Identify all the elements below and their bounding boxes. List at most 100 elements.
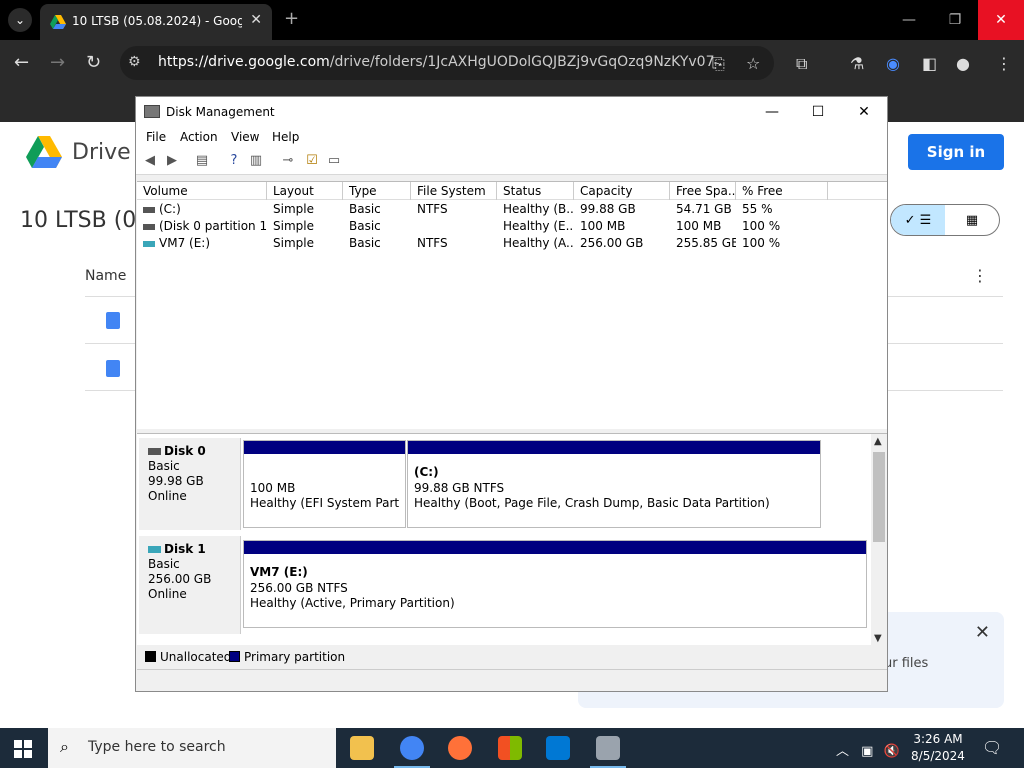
forward-icon[interactable]: ▶	[164, 153, 180, 169]
scroll-down-icon[interactable]: ▼	[874, 633, 882, 644]
dm-menu-bar: File Action View Help	[136, 127, 887, 147]
menu-action[interactable]: Action	[180, 130, 218, 144]
url-host: https://drive.google.com	[158, 54, 330, 70]
install-app-icon[interactable]: ⎘	[712, 54, 725, 74]
disk-1-label[interactable]: Disk 1 Basic 256.00 GB Online	[139, 536, 241, 634]
volume-muted-icon[interactable]: 🔇	[884, 744, 900, 759]
volume-cell: (C:)	[137, 201, 267, 218]
taskbar-clock[interactable]: 3:26 AM 8/5/2024	[910, 731, 966, 765]
col-free-space[interactable]: Free Spa...	[670, 182, 736, 200]
dm-maximize-button[interactable]: ☐	[795, 97, 841, 127]
volume-row[interactable]: VM7 (E:) Simple Basic NTFS Healthy (A...…	[137, 235, 887, 252]
dm-status-bar	[137, 669, 887, 691]
capacity-cell: 99.88 GB	[580, 202, 636, 216]
browser-tab[interactable]: 10 LTSB (05.08.2024) - Google ✕	[40, 4, 272, 40]
site-info-icon[interactable]: ⚙	[128, 54, 141, 70]
firefox-icon[interactable]	[448, 736, 472, 760]
reload-icon[interactable]: ↻	[86, 52, 101, 73]
volume-list-header: Volume Layout Type File System Status Ca…	[137, 182, 887, 200]
browser-close-button[interactable]: ✕	[978, 0, 1024, 40]
check-properties-icon[interactable]: ☑	[304, 153, 320, 169]
dm-window-title: Disk Management	[166, 105, 275, 119]
capacity-cell: 100 MB	[580, 219, 626, 233]
free-cell: 255.85 GB	[676, 236, 736, 250]
file-explorer-icon[interactable]	[350, 736, 374, 760]
extension-icon[interactable]: ◉	[886, 54, 900, 73]
restore-button[interactable]: ❐	[932, 0, 978, 40]
col-type[interactable]: Type	[343, 182, 411, 200]
volume-cell: VM7 (E:)	[137, 235, 267, 252]
profile-avatar-icon[interactable]: ●	[956, 54, 970, 73]
tab-close-icon[interactable]: ✕	[250, 12, 262, 28]
col-file-system[interactable]: File System	[411, 182, 497, 200]
dm-close-button[interactable]: ✕	[841, 97, 887, 127]
minimize-button[interactable]: —	[886, 0, 932, 40]
microsoft-store-icon[interactable]	[498, 736, 522, 760]
fs-cell	[411, 218, 497, 235]
layout-cell: Simple	[273, 202, 314, 216]
tab-search-button[interactable]: ⌄	[8, 8, 32, 32]
bookmark-star-icon[interactable]: ☆	[746, 54, 760, 73]
window-app-icon[interactable]	[546, 736, 570, 760]
back-arrow-icon[interactable]: ←	[14, 52, 29, 73]
show-hide-action-pane-icon[interactable]: ▥	[248, 153, 264, 169]
doc-file-icon[interactable]	[106, 312, 120, 329]
col-percent-free[interactable]: % Free	[736, 182, 828, 200]
address-bar[interactable]: ⚙ https://drive.google.com/drive/folders…	[120, 46, 774, 80]
col-status[interactable]: Status	[497, 182, 574, 200]
new-tab-icon[interactable]: +	[284, 8, 299, 29]
scroll-thumb[interactable]	[873, 452, 885, 542]
menu-file[interactable]: File	[146, 130, 166, 144]
chevron-up-icon[interactable]: ︿	[836, 744, 849, 759]
col-layout[interactable]: Layout	[267, 182, 343, 200]
notifications-icon[interactable]: 🗨	[982, 738, 1002, 757]
col-capacity[interactable]: Capacity	[574, 182, 670, 200]
url-text: https://drive.google.com/drive/folders/1…	[158, 54, 715, 70]
help-icon[interactable]: ?	[226, 153, 242, 169]
pct-free-cell: 100 %	[742, 219, 781, 233]
show-hide-console-tree-icon[interactable]: ▤	[194, 153, 210, 169]
windows-start-icon[interactable]	[14, 740, 32, 758]
toast-close-icon[interactable]: ✕	[975, 622, 990, 643]
url-path: /drive/folders/1JcAXHgUODolGQJBZj9vGqOzq…	[329, 54, 715, 70]
graph-scrollbar[interactable]: ▲ ▼	[871, 434, 887, 646]
dm-title-bar[interactable]: Disk Management — ☐ ✕	[136, 97, 887, 127]
system-tray: ︿ ▣ 🔇	[836, 740, 900, 759]
partition-efi[interactable]: 100 MB Healthy (EFI System Partition)	[243, 440, 406, 528]
view-toggle[interactable]: ✓ ☰ ▦	[890, 204, 1000, 236]
chrome-icon[interactable]	[394, 736, 430, 768]
menu-help[interactable]: Help	[272, 130, 299, 144]
disk-management-window: Disk Management — ☐ ✕ File Action View H…	[135, 96, 888, 692]
partition-c[interactable]: (C:) 99.88 GB NTFS Healthy (Boot, Page F…	[407, 440, 821, 528]
partition-e[interactable]: VM7 (E:) 256.00 GB NTFS Healthy (Active,…	[243, 540, 867, 628]
legend-primary-partition: Primary partition	[244, 650, 346, 664]
side-panel-icon[interactable]: ◧	[922, 54, 937, 73]
extensions-icon[interactable]: ⧉	[796, 54, 807, 74]
capacity-cell: 256.00 GB	[580, 236, 644, 250]
volume-row[interactable]: (C:) Simple Basic NTFS Healthy (B... 99.…	[137, 201, 887, 218]
sign-in-button[interactable]: Sign in	[908, 134, 1004, 170]
forward-arrow-icon[interactable]: →	[50, 52, 65, 73]
disk-management-taskbar-icon[interactable]	[590, 736, 626, 768]
volume-row[interactable]: (Disk 0 partition 1) Simple Basic Health…	[137, 218, 887, 235]
back-icon[interactable]: ◀	[142, 153, 158, 169]
dm-minimize-button[interactable]: —	[749, 97, 795, 127]
network-icon[interactable]: ▣	[861, 744, 873, 759]
connect-disk-icon[interactable]: ⊸	[280, 153, 296, 169]
type-cell: Basic	[349, 236, 381, 250]
legend-unallocated: Unallocated	[160, 650, 232, 664]
name-column-header[interactable]: Name	[85, 268, 126, 284]
scroll-up-icon[interactable]: ▲	[874, 436, 882, 447]
settings-list-icon[interactable]: ▭	[326, 153, 342, 169]
grid-view-button[interactable]: ▦	[945, 205, 999, 235]
disk-0-label[interactable]: Disk 0 Basic 99.98 GB Online	[139, 438, 241, 530]
taskbar-search-box[interactable]: ⌕ Type here to search	[48, 728, 336, 768]
text-file-icon[interactable]	[106, 360, 120, 377]
col-volume[interactable]: Volume	[137, 182, 267, 200]
menu-view[interactable]: View	[231, 130, 259, 144]
disk-state: Online	[148, 587, 187, 601]
labs-flask-icon[interactable]: ⚗	[850, 54, 864, 73]
menu-kebab-icon[interactable]: ⋮	[996, 54, 1012, 73]
list-view-button[interactable]: ✓ ☰	[891, 205, 945, 235]
more-options-icon[interactable]: ⋮	[972, 266, 988, 285]
